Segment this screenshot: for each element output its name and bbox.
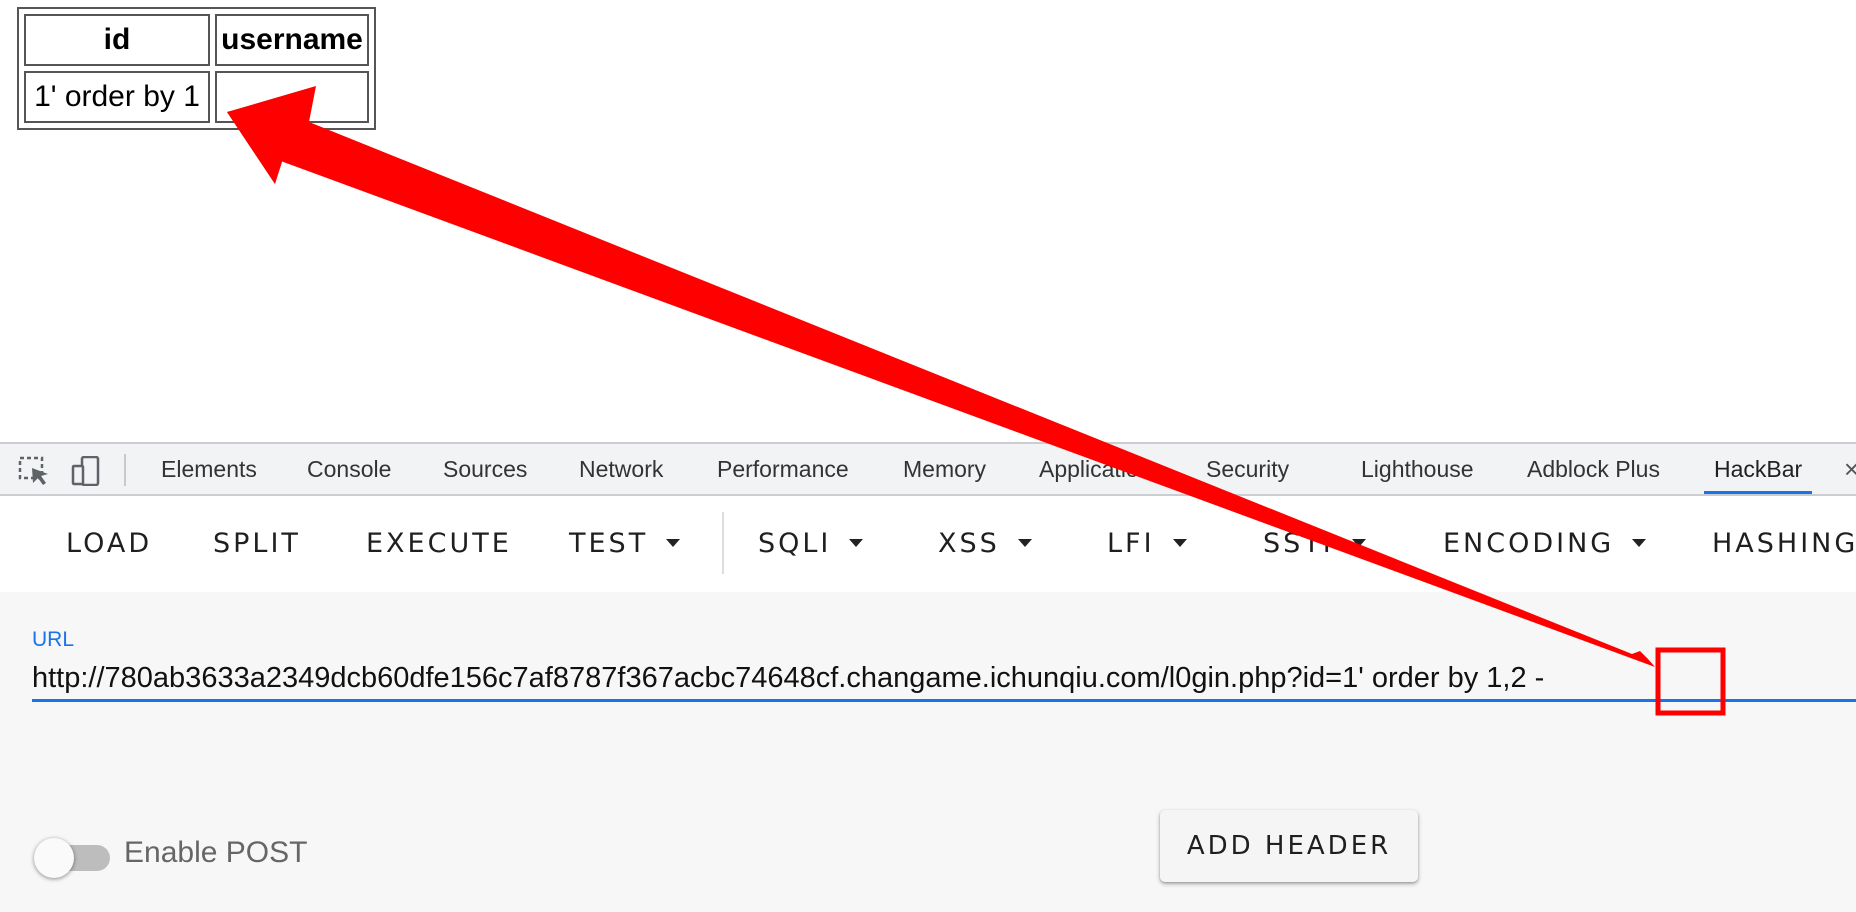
- column-header-username: username: [215, 14, 369, 66]
- table-row: 1' order by 1: [24, 71, 369, 123]
- test-dropdown[interactable]: TEST: [569, 496, 681, 592]
- tab-elements[interactable]: Elements: [161, 444, 257, 494]
- tab-hackbar[interactable]: HackBar: [1703, 444, 1813, 494]
- url-input[interactable]: http://780ab3633a2349dcb60dfe156c7af8787…: [32, 658, 1856, 702]
- add-header-button[interactable]: ADD HEADER: [1160, 810, 1418, 882]
- table-header-row: id username: [24, 14, 369, 66]
- tab-network[interactable]: Network: [579, 444, 663, 494]
- hashing-dropdown-label: HASHING: [1712, 528, 1856, 559]
- enable-post-toggle[interactable]: [34, 832, 110, 878]
- sqli-dropdown-label: SQLI: [758, 528, 832, 559]
- hackbar-toolbar: LOAD SPLIT EXECUTE TEST SQLI XSS LFI SST…: [0, 496, 1856, 592]
- close-icon[interactable]: ×: [1844, 444, 1856, 494]
- cell-id: 1' order by 1: [24, 71, 210, 123]
- add-header-button-label: ADD HEADER: [1186, 831, 1392, 861]
- tab-application[interactable]: Application: [1039, 444, 1152, 494]
- lfi-dropdown-label: LFI: [1107, 528, 1155, 559]
- enable-post-label: Enable POST: [124, 836, 308, 869]
- ssti-dropdown[interactable]: SSTI: [1263, 496, 1366, 592]
- device-toolbar-icon[interactable]: [70, 455, 104, 487]
- tab-memory[interactable]: Memory: [903, 444, 986, 494]
- chevron-down-icon: [849, 538, 864, 547]
- encoding-dropdown[interactable]: ENCODING: [1443, 496, 1647, 592]
- execute-button-label: EXECUTE: [366, 528, 512, 559]
- column-header-id: id: [24, 14, 210, 66]
- tab-adblock-plus[interactable]: Adblock Plus: [1527, 444, 1660, 494]
- execute-button[interactable]: EXECUTE: [366, 496, 512, 592]
- url-label: URL: [32, 628, 75, 651]
- xss-dropdown-label: XSS: [938, 528, 1000, 559]
- tab-security[interactable]: Security: [1206, 444, 1289, 494]
- split-button[interactable]: SPLIT: [213, 496, 301, 592]
- load-button[interactable]: LOAD: [66, 496, 152, 592]
- test-dropdown-label: TEST: [569, 528, 649, 559]
- hackbar-panel: URL http://780ab3633a2349dcb60dfe156c7af…: [0, 592, 1856, 912]
- toolbar-divider: [124, 454, 126, 486]
- chevron-down-icon: [1632, 538, 1647, 547]
- cell-username: [215, 71, 369, 123]
- sqli-dropdown[interactable]: SQLI: [758, 496, 864, 592]
- tab-lighthouse[interactable]: Lighthouse: [1361, 444, 1474, 494]
- lfi-dropdown[interactable]: LFI: [1107, 496, 1187, 592]
- toggle-knob: [34, 838, 74, 878]
- tab-console[interactable]: Console: [307, 444, 391, 494]
- chevron-down-icon: [1351, 538, 1366, 547]
- tab-sources[interactable]: Sources: [443, 444, 527, 494]
- devtools-tab-bar: Elements Console Sources Network Perform…: [0, 442, 1856, 496]
- result-table: id username 1' order by 1: [17, 7, 376, 130]
- load-button-label: LOAD: [66, 528, 153, 559]
- hashing-dropdown[interactable]: HASHING: [1712, 496, 1856, 592]
- split-button-label: SPLIT: [213, 528, 301, 559]
- toolbar-divider: [722, 512, 724, 574]
- chevron-down-icon: [1172, 538, 1187, 547]
- chevron-down-icon: [666, 538, 681, 547]
- chevron-down-icon: [1017, 538, 1032, 547]
- inspect-element-icon[interactable]: [18, 456, 52, 486]
- xss-dropdown[interactable]: XSS: [938, 496, 1032, 592]
- encoding-dropdown-label: ENCODING: [1443, 528, 1615, 559]
- ssti-dropdown-label: SSTI: [1263, 528, 1334, 559]
- tab-performance[interactable]: Performance: [717, 444, 849, 494]
